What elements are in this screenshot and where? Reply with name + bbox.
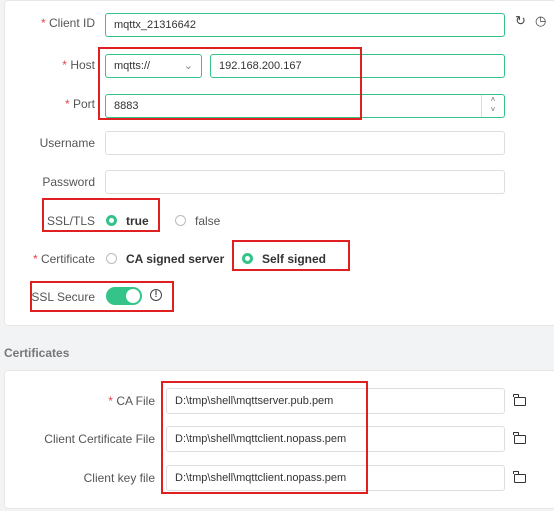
ssl-tls-label: SSL/TLS	[46, 214, 95, 228]
ca-signed-label[interactable]: CA signed server	[126, 252, 224, 266]
info-icon[interactable]: !	[150, 289, 162, 301]
host-input[interactable]: 192.168.200.167	[210, 54, 505, 78]
ssl-secure-toggle[interactable]	[106, 287, 142, 305]
protocol-value: mqtts://	[114, 60, 151, 72]
certificate-label: * Certificate	[32, 252, 95, 266]
password-input[interactable]	[105, 170, 505, 194]
password-label: Password	[42, 175, 95, 189]
port-stepper[interactable]: ˄ ˅	[481, 95, 504, 117]
username-label: Username	[39, 136, 95, 150]
client-cert-input[interactable]: D:\tmp\shell\mqttclient.nopass.pem	[166, 426, 505, 452]
client-key-label: Client key file	[83, 471, 155, 485]
clock-icon[interactable]: ◷	[535, 13, 546, 29]
client-id-label: * Client ID	[40, 16, 95, 30]
refresh-icon[interactable]: ↻	[515, 13, 526, 29]
folder-icon[interactable]	[513, 471, 526, 483]
folder-icon[interactable]	[513, 394, 526, 406]
client-id-input[interactable]: mqttx_21316642	[105, 13, 505, 37]
port-input[interactable]: 8883 ˄ ˅	[105, 94, 505, 118]
port-label: * Port	[64, 97, 95, 111]
stepper-down-icon[interactable]: ˅	[482, 105, 504, 115]
ca-signed-radio[interactable]	[106, 253, 117, 264]
port-value: 8883	[114, 100, 139, 112]
toggle-knob	[126, 289, 140, 303]
ssl-tls-true-radio[interactable]	[106, 215, 117, 226]
protocol-select[interactable]: mqtts:// ⌄	[105, 54, 202, 78]
chevron-down-icon: ⌄	[183, 60, 193, 72]
client-key-input[interactable]: D:\tmp\shell\mqttclient.nopass.pem	[166, 465, 505, 491]
ssl-secure-label: SSL Secure	[31, 290, 95, 304]
ssl-tls-false-label[interactable]: false	[195, 214, 220, 228]
self-signed-label[interactable]: Self signed	[262, 252, 326, 266]
self-signed-radio[interactable]	[242, 253, 253, 264]
client-cert-label: Client Certificate File	[44, 432, 155, 446]
stepper-up-icon[interactable]: ˄	[482, 95, 504, 105]
ssl-tls-true-label[interactable]: true	[126, 214, 149, 228]
general-card	[4, 0, 554, 326]
ca-file-input[interactable]: D:\tmp\shell\mqttserver.pub.pem	[166, 388, 505, 414]
username-input[interactable]	[105, 131, 505, 155]
ca-file-label: * CA File	[108, 394, 155, 408]
certificates-section-title: Certificates	[4, 346, 70, 360]
host-label: * Host	[62, 58, 95, 72]
folder-icon[interactable]	[513, 432, 526, 444]
ssl-tls-false-radio[interactable]	[175, 215, 186, 226]
